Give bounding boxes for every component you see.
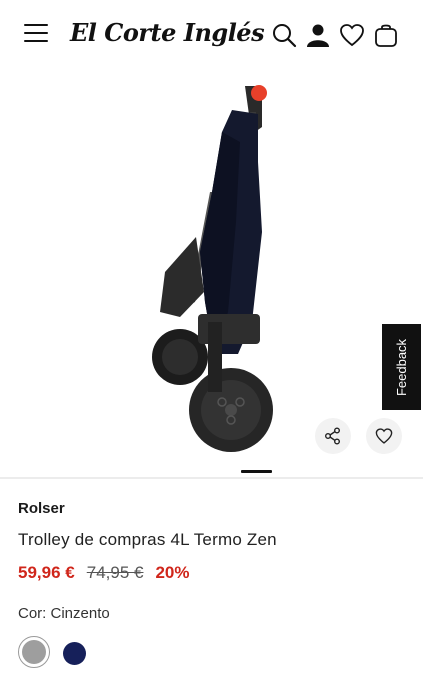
current-price: 59,96 € <box>18 563 75 582</box>
swatch-grey-fill <box>22 640 46 664</box>
account-icon[interactable] <box>305 22 331 48</box>
product-image <box>152 85 273 452</box>
swatch-navy[interactable] <box>63 642 86 665</box>
heart-icon <box>375 428 393 444</box>
product-title: Trolley de compras 4L Termo Zen <box>18 530 277 549</box>
wishlist-icon[interactable] <box>339 22 365 48</box>
feedback-tab[interactable]: Feedback <box>382 324 421 410</box>
menu-icon[interactable] <box>24 24 48 46</box>
brand-name[interactable]: Rolser <box>18 500 65 517</box>
logo[interactable]: El Corte Inglés <box>70 18 265 47</box>
share-icon <box>325 427 340 445</box>
search-icon[interactable] <box>271 22 297 48</box>
share-button[interactable] <box>315 418 351 454</box>
swatch-grey[interactable] <box>18 636 50 668</box>
header: El Corte Inglés <box>0 0 423 72</box>
color-label: Cor: Cinzento <box>18 605 110 622</box>
divider <box>0 477 423 479</box>
original-price: 74,95 € <box>86 563 144 582</box>
bag-icon[interactable] <box>373 22 399 48</box>
price-row: 59,96 € 74,95 € 20% <box>18 563 190 583</box>
product-gallery[interactable] <box>0 72 423 477</box>
discount-badge: 20% <box>155 563 190 582</box>
feedback-label: Feedback <box>394 338 409 396</box>
slide-indicator <box>241 470 272 473</box>
wishlist-button[interactable] <box>366 418 402 454</box>
